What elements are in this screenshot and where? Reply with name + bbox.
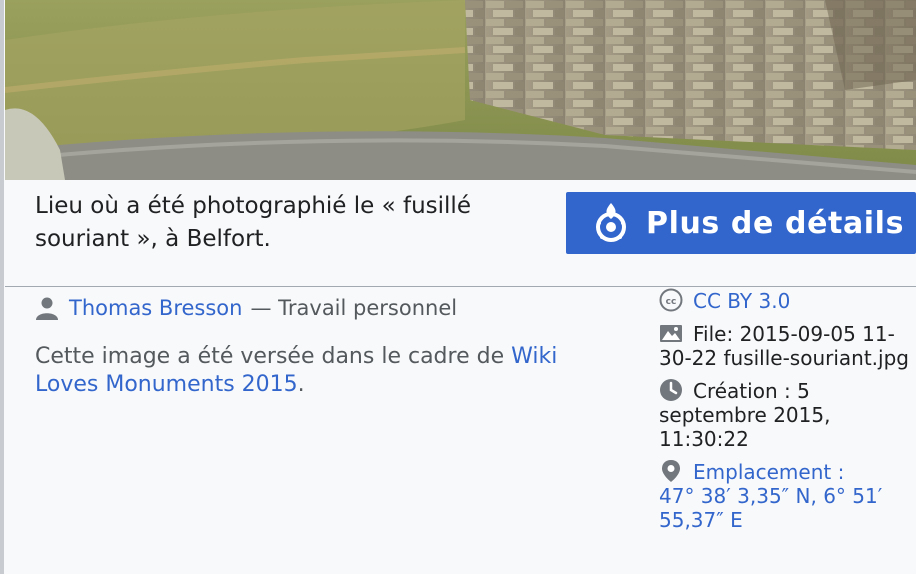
creation-row: Création : 5 septembre 2015, 11:30:22 <box>659 378 909 451</box>
campaign-prefix: Cette image a été versée dans le cadre d… <box>35 344 512 369</box>
divider <box>5 286 916 287</box>
license-link[interactable]: CC BY 3.0 <box>693 289 790 313</box>
location-row[interactable]: Emplacement : 47° 38′ 3,35″ N, 6° 51′ 55… <box>659 459 909 532</box>
clock-icon <box>660 379 682 401</box>
more-details-button[interactable]: Plus de détails <box>566 192 916 254</box>
user-icon <box>36 297 58 320</box>
svg-text:cc: cc <box>666 297 677 307</box>
more-details-label: Plus de détails <box>646 205 905 241</box>
location-label[interactable]: Emplacement : <box>693 460 844 484</box>
cc-license-icon: cc <box>659 288 683 312</box>
creation-date: Création : 5 septembre 2015, 11:30:22 <box>659 379 831 451</box>
image-file-icon <box>660 325 682 342</box>
campaign-suffix: . <box>297 372 305 397</box>
image-caption: Lieu où a été photographié le « fusillé … <box>35 193 471 252</box>
author-line: Thomas Bresson — Travail personnel <box>35 295 457 321</box>
commons-logo-icon <box>596 203 626 242</box>
photo[interactable] <box>5 0 916 180</box>
campaign-note: Cette image a été versée dans le cadre d… <box>35 343 595 399</box>
coordinates-link[interactable]: 47° 38′ 3,35″ N, 6° 51′ 55,37″ E <box>659 484 882 532</box>
file-row: File: 2015-09-05 11-30-22 fusille-souria… <box>659 321 909 370</box>
author-link[interactable]: Thomas Bresson <box>69 295 242 321</box>
map-pin-icon <box>662 460 680 482</box>
author-suffix: — Travail personnel <box>250 296 458 320</box>
license-row: cc CC BY 3.0 <box>659 288 909 313</box>
left-border <box>0 0 4 574</box>
metadata-panel: cc CC BY 3.0 File: 2015-09-05 11-30-22 f… <box>659 288 909 540</box>
file-name: File: 2015-09-05 11-30-22 fusille-souria… <box>659 322 909 370</box>
